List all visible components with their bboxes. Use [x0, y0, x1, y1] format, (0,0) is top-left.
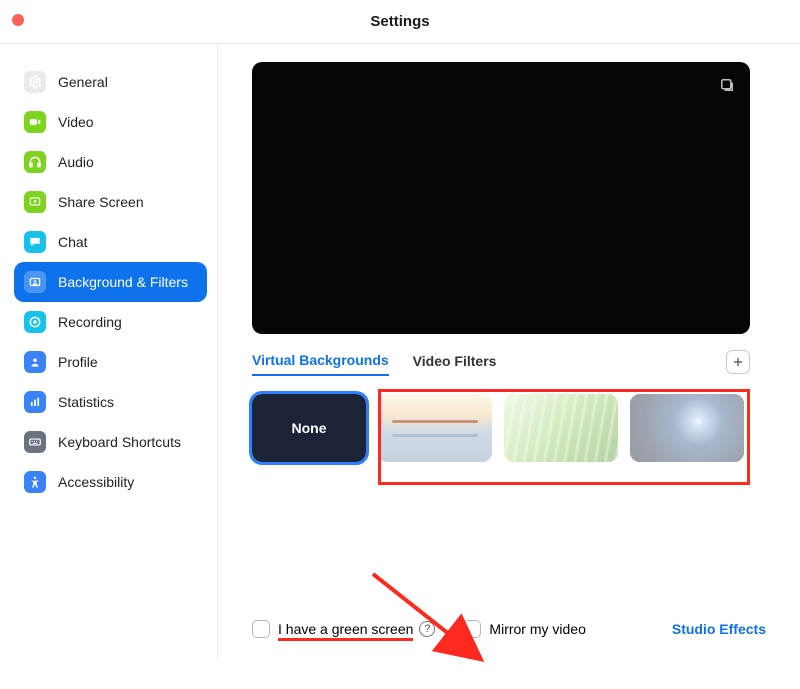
sidebar-item-video[interactable]: Video [14, 102, 207, 142]
thumb-earth[interactable] [630, 394, 744, 462]
content: General Video Audio Share Screen Chat [0, 44, 800, 660]
window-controls [12, 14, 24, 26]
sidebar-item-label: Profile [58, 354, 98, 370]
sidebar-item-label: Share Screen [58, 194, 144, 210]
thumb-none-label: None [292, 420, 327, 436]
background-thumbnails: None [252, 394, 750, 462]
sidebar-item-chat[interactable]: Chat [14, 222, 207, 262]
sidebar-item-background-filters[interactable]: Background & Filters [14, 262, 207, 302]
checkbox-icon [252, 620, 270, 638]
sidebar: General Video Audio Share Screen Chat [0, 44, 218, 660]
annotation-underline [278, 638, 413, 641]
background-icon [24, 271, 46, 293]
titlebar: Settings [0, 0, 800, 44]
mirror-label: Mirror my video [489, 621, 585, 637]
add-background-button[interactable] [726, 350, 750, 374]
video-preview [252, 62, 750, 334]
share-screen-icon [24, 191, 46, 213]
sidebar-item-share-screen[interactable]: Share Screen [14, 182, 207, 222]
gear-icon [24, 71, 46, 93]
recording-icon [24, 311, 46, 333]
keyboard-icon [24, 431, 46, 453]
checkbox-icon [463, 620, 481, 638]
chat-icon [24, 231, 46, 253]
sidebar-item-label: General [58, 74, 108, 90]
main-panel: Virtual Backgrounds Video Filters None I… [218, 44, 800, 660]
sidebar-item-recording[interactable]: Recording [14, 302, 207, 342]
sidebar-item-audio[interactable]: Audio [14, 142, 207, 182]
sidebar-item-label: Keyboard Shortcuts [58, 434, 181, 450]
bottom-row: I have a green screen ? Mirror my video … [252, 620, 766, 638]
sidebar-item-label: Audio [58, 154, 94, 170]
statistics-icon [24, 391, 46, 413]
headphones-icon [24, 151, 46, 173]
sidebar-item-accessibility[interactable]: Accessibility [14, 462, 207, 502]
sidebar-item-label: Background & Filters [58, 274, 188, 290]
sidebar-item-keyboard-shortcuts[interactable]: Keyboard Shortcuts [14, 422, 207, 462]
sidebar-item-general[interactable]: General [14, 62, 207, 102]
tab-video-filters[interactable]: Video Filters [413, 353, 497, 375]
sidebar-item-profile[interactable]: Profile [14, 342, 207, 382]
sidebar-item-label: Statistics [58, 394, 114, 410]
thumb-bridge[interactable] [378, 394, 492, 462]
sidebar-item-statistics[interactable]: Statistics [14, 382, 207, 422]
mirror-video-checkbox[interactable]: Mirror my video [463, 620, 585, 638]
help-icon[interactable]: ? [419, 621, 435, 637]
tab-virtual-backgrounds[interactable]: Virtual Backgrounds [252, 352, 389, 376]
rotate-view-button[interactable] [714, 72, 740, 98]
studio-effects-link[interactable]: Studio Effects [672, 621, 766, 637]
sidebar-item-label: Chat [58, 234, 88, 250]
sidebar-item-label: Recording [58, 314, 122, 330]
green-screen-checkbox[interactable]: I have a green screen [252, 620, 413, 638]
thumb-none[interactable]: None [252, 394, 366, 462]
video-icon [24, 111, 46, 133]
thumb-grass[interactable] [504, 394, 618, 462]
accessibility-icon [24, 471, 46, 493]
close-window-icon[interactable] [12, 14, 24, 26]
profile-icon [24, 351, 46, 373]
tabs: Virtual Backgrounds Video Filters [252, 352, 750, 376]
sidebar-item-label: Accessibility [58, 474, 134, 490]
green-screen-label: I have a green screen [278, 621, 413, 637]
window-title: Settings [0, 13, 800, 30]
sidebar-item-label: Video [58, 114, 94, 130]
